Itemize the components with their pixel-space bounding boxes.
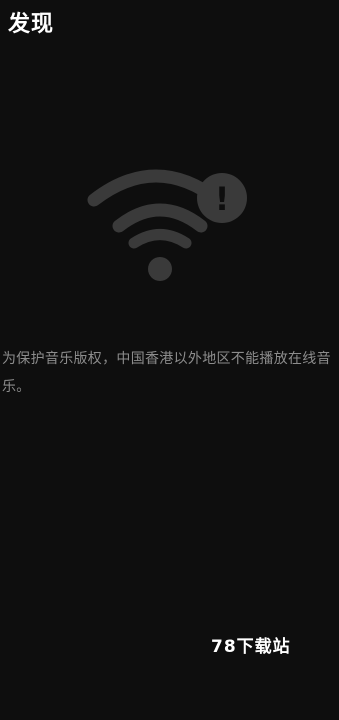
wifi-middle-arc: [112, 203, 208, 233]
page-title: 发现: [8, 12, 55, 37]
wifi-dot: [148, 257, 172, 281]
watermark-text: 78下载站: [211, 637, 291, 657]
alert-exclamation-glyph: !: [215, 180, 230, 218]
no-connection-illustration: !: [84, 160, 252, 286]
region-restriction-notice: 为保护音乐版权，中国香港以外地区不能播放在线音乐。: [2, 351, 331, 395]
wifi-alert-icon: !: [87, 169, 247, 281]
discover-screen: 发现 ! 为保护音乐版权，中国香港以外地区不能播放在线音乐。 78下载站: [0, 0, 339, 720]
wifi-inner-arc: [128, 229, 192, 249]
